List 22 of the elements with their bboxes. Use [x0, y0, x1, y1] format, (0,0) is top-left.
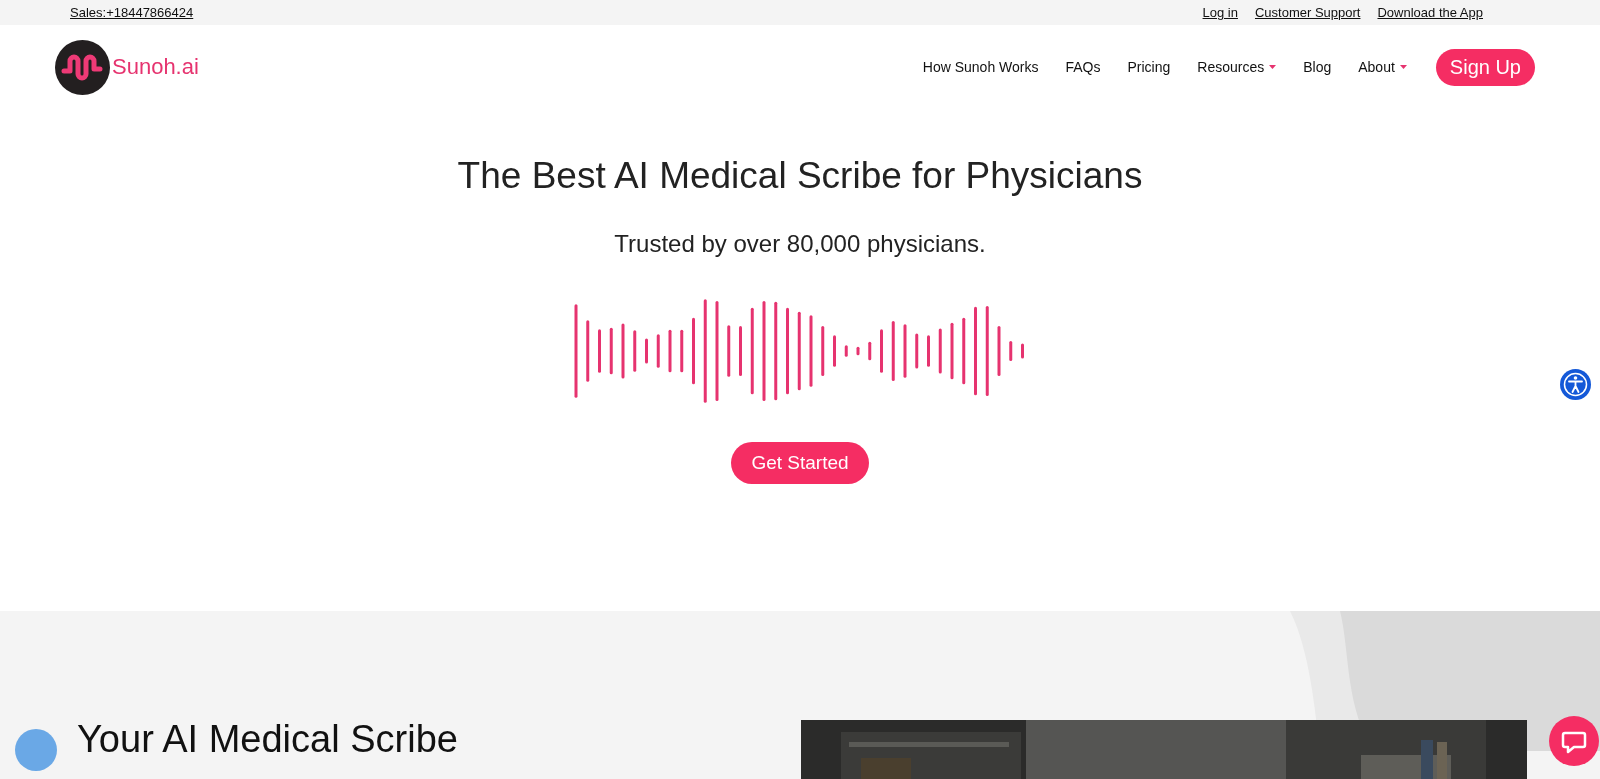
- circle-icon[interactable]: [15, 729, 57, 771]
- logo-text: Sunoh.ai: [112, 54, 199, 80]
- caret-icon: [1269, 65, 1277, 69]
- nav-link[interactable]: FAQs: [1065, 59, 1101, 75]
- hero-subtitle: Trusted by over 80,000 physicians.: [614, 230, 986, 258]
- phone-link[interactable]: Sales:+18447866424: [70, 5, 194, 20]
- sign-up-button[interactable]: Sign Up: [1435, 48, 1535, 86]
- nav-link[interactable]: Pricing: [1127, 59, 1171, 75]
- accessibility-icon[interactable]: [1557, 366, 1594, 403]
- section-title: Your AI Medical Scribe: [77, 718, 458, 762]
- nav-link[interactable]: How Sunoh Works: [922, 59, 1039, 75]
- chat-icon[interactable]: [1549, 716, 1599, 766]
- hero-title: The Best AI Medical Scribe for Physicians: [457, 155, 1143, 197]
- top-link[interactable]: Customer Support: [1254, 5, 1361, 20]
- logo-icon: [55, 39, 110, 95]
- caret-icon: [1399, 65, 1407, 69]
- nav-link[interactable]: Blog: [1303, 59, 1332, 75]
- nav-dropdown[interactable]: About: [1358, 59, 1407, 75]
- nav-dropdown[interactable]: Resources: [1197, 59, 1277, 75]
- top-link[interactable]: Log in: [1202, 5, 1238, 20]
- top-link[interactable]: Download the App: [1377, 5, 1483, 20]
- get-started-button[interactable]: Get Started: [731, 442, 869, 484]
